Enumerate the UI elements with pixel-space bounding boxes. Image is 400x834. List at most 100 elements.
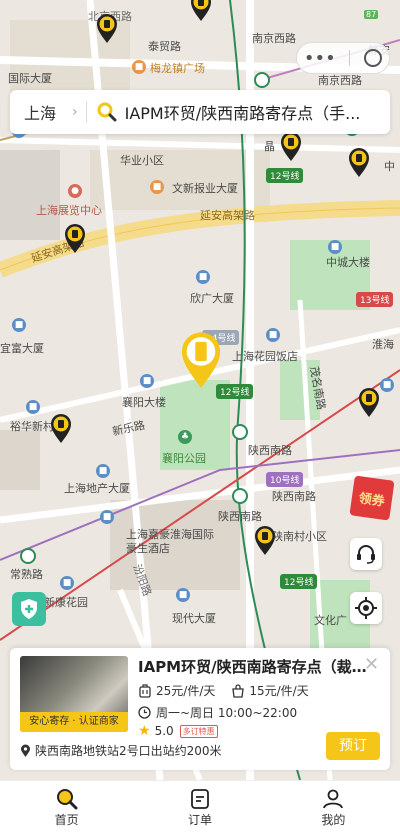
- close-icon[interactable]: ✕: [364, 654, 379, 675]
- locate-button[interactable]: [350, 592, 382, 624]
- location-pin-icon: [21, 744, 30, 757]
- map-label-taimao-road: 泰贸路: [148, 40, 181, 53]
- rating-value: 5.0: [154, 724, 174, 738]
- capsule-divider: [349, 50, 351, 66]
- miniprogram-capsule[interactable]: •••: [296, 42, 390, 74]
- search-icon: [56, 789, 78, 810]
- clock-icon: [138, 706, 151, 719]
- opening-hours: 周一~周日 10:00~22:00: [156, 706, 298, 720]
- store-thumbnail[interactable]: 安心寄存 · 认证商家: [20, 656, 128, 732]
- map-label-zhongcheng: 中城大楼: [326, 256, 370, 269]
- tab-label-profile: 我的: [321, 813, 346, 827]
- map-label-nanjing-west-road-2: 南京西路: [318, 74, 362, 87]
- map-label-xinkang-garden: 新康花园: [44, 596, 88, 609]
- suitcase-icon: [139, 683, 151, 698]
- battery-indicator: 87: [364, 10, 379, 19]
- more-icon[interactable]: •••: [304, 48, 336, 69]
- safety-shield-button[interactable]: [12, 592, 46, 626]
- user-icon: [323, 789, 344, 809]
- poi-icon: ■: [132, 60, 146, 74]
- poi-icon: ■: [196, 270, 210, 284]
- luggage-pin-icon[interactable]: [348, 148, 370, 178]
- poi-icon: ■: [100, 510, 114, 524]
- luggage-pin-icon[interactable]: [50, 414, 72, 444]
- map-label-guoji-dasha: 国际大厦: [8, 72, 52, 85]
- poi-icon: ■: [96, 464, 110, 478]
- map-label-jiahao-hotel: 上海嘉豪淮海国际豪生酒店: [126, 528, 214, 555]
- map-label-shaanxi-south-road-2: 陕西南路: [218, 510, 262, 523]
- close-app-icon[interactable]: [364, 49, 383, 67]
- metro-badge-line12-3: 12号线: [280, 574, 318, 589]
- map-label-wenxin: 文新报业大厦: [172, 182, 238, 195]
- hours-row: 周一~周日 10:00~22:00: [138, 704, 297, 721]
- poi-icon: ■: [150, 180, 164, 194]
- address-row: 陕西南路地铁站2号口出站约200米: [20, 742, 222, 759]
- star-icon: ★: [138, 723, 151, 739]
- store-title[interactable]: IAPM环贸/陕西南路寄存点（裁缝...: [138, 656, 370, 677]
- metro-station-icon: [232, 424, 248, 440]
- poi-icon: ■: [176, 588, 190, 602]
- status-bar: 87: [0, 0, 400, 24]
- poi-icon: ■: [26, 400, 40, 414]
- map-label-xinguang: 欣广大厦: [190, 292, 234, 305]
- tab-label-orders: 订单: [187, 813, 212, 827]
- metro-badge-line13: 13号线: [356, 292, 394, 307]
- metro-station-icon: [232, 488, 248, 504]
- poi-icon: ■: [12, 318, 26, 332]
- map-label-garden-hotel: 上海花园饭店: [232, 350, 298, 363]
- map-label-yanan-elevated: 延安高架路: [200, 209, 255, 222]
- tab-home[interactable]: 首页: [0, 781, 133, 834]
- map-label-changshu-road: 常熟路: [10, 568, 43, 581]
- thumbnail-caption: 安心寄存 · 认证商家: [20, 712, 128, 732]
- map-label-modern-building: 现代大厦: [172, 612, 216, 625]
- poi-icon: ♣: [178, 430, 192, 444]
- metro-badge-line12: 12号线: [266, 168, 304, 183]
- tab-label-home: 首页: [54, 813, 79, 827]
- order-icon: [191, 789, 209, 809]
- metro-station-icon: [254, 72, 270, 88]
- shield-icon: [21, 599, 37, 619]
- poi-icon: ●: [68, 184, 82, 198]
- luggage-pin-icon[interactable]: [280, 132, 302, 162]
- map-label-zhong: 中: [384, 160, 395, 173]
- metro-station-icon: [20, 548, 36, 564]
- rating-row: ★ 5.0 多订特惠: [138, 723, 218, 739]
- map-label-nanjing-west-road: 南京西路: [252, 32, 296, 45]
- search-divider: [85, 101, 87, 123]
- tab-profile[interactable]: 我的: [267, 781, 400, 834]
- map-label-huaye: 华业小区: [120, 154, 164, 167]
- price-row: 25元/件/天 15元/件/天: [138, 682, 309, 699]
- address-text: 陕西南路地铁站2号口出站约200米: [35, 744, 222, 758]
- price-bag: 15元/件/天: [249, 684, 309, 698]
- search-icon: [97, 102, 117, 122]
- map-label-exhibition-center: 上海展览中心: [36, 204, 102, 217]
- locate-icon: [355, 597, 377, 619]
- search-bar[interactable]: 上海 › IAPM环贸/陕西南路寄存点（手...: [10, 90, 390, 134]
- poi-icon: ■: [60, 576, 74, 590]
- city-selector[interactable]: 上海: [10, 100, 72, 124]
- bottom-tab-bar: 首页 订单 我的: [0, 780, 400, 834]
- poi-icon: ■: [266, 328, 280, 342]
- headset-icon: [357, 545, 375, 564]
- search-input[interactable]: IAPM环贸/陕西南路寄存点（手...: [125, 100, 385, 124]
- customer-service-button[interactable]: [350, 538, 382, 570]
- selected-luggage-pin-icon[interactable]: [180, 332, 222, 390]
- luggage-pin-icon[interactable]: [254, 526, 276, 556]
- map-label-xiangyang-park: 襄阳公园: [162, 452, 206, 465]
- luggage-pin-icon[interactable]: [64, 224, 86, 254]
- coupon-button[interactable]: 领券: [349, 475, 395, 521]
- tab-orders[interactable]: 订单: [133, 781, 266, 834]
- map-label-shaanxi-south-road: 陕西南路: [248, 444, 292, 457]
- metro-badge-line10: 10号线: [266, 472, 304, 487]
- store-info-card[interactable]: 安心寄存 · 认证商家 IAPM环贸/陕西南路寄存点（裁缝... ✕ 25元/件…: [10, 648, 390, 770]
- map-label-culture-plaza: 文化广: [314, 614, 347, 627]
- map-label-yifu: 宜富大厦: [0, 342, 44, 355]
- map-label-yuhua-xincun: 裕华新村: [10, 420, 54, 433]
- map-label-shaanxi-south-road-3: 陕西南路: [272, 490, 316, 503]
- map-label-meilongzhen: 梅龙镇广场: [150, 62, 205, 75]
- luggage-pin-icon[interactable]: [358, 388, 380, 418]
- map-label-real-estate-building: 上海地产大厦: [64, 482, 130, 495]
- book-button[interactable]: 预订: [326, 732, 380, 760]
- map-label-jing: 晶: [264, 140, 275, 153]
- bag-icon: [232, 683, 245, 698]
